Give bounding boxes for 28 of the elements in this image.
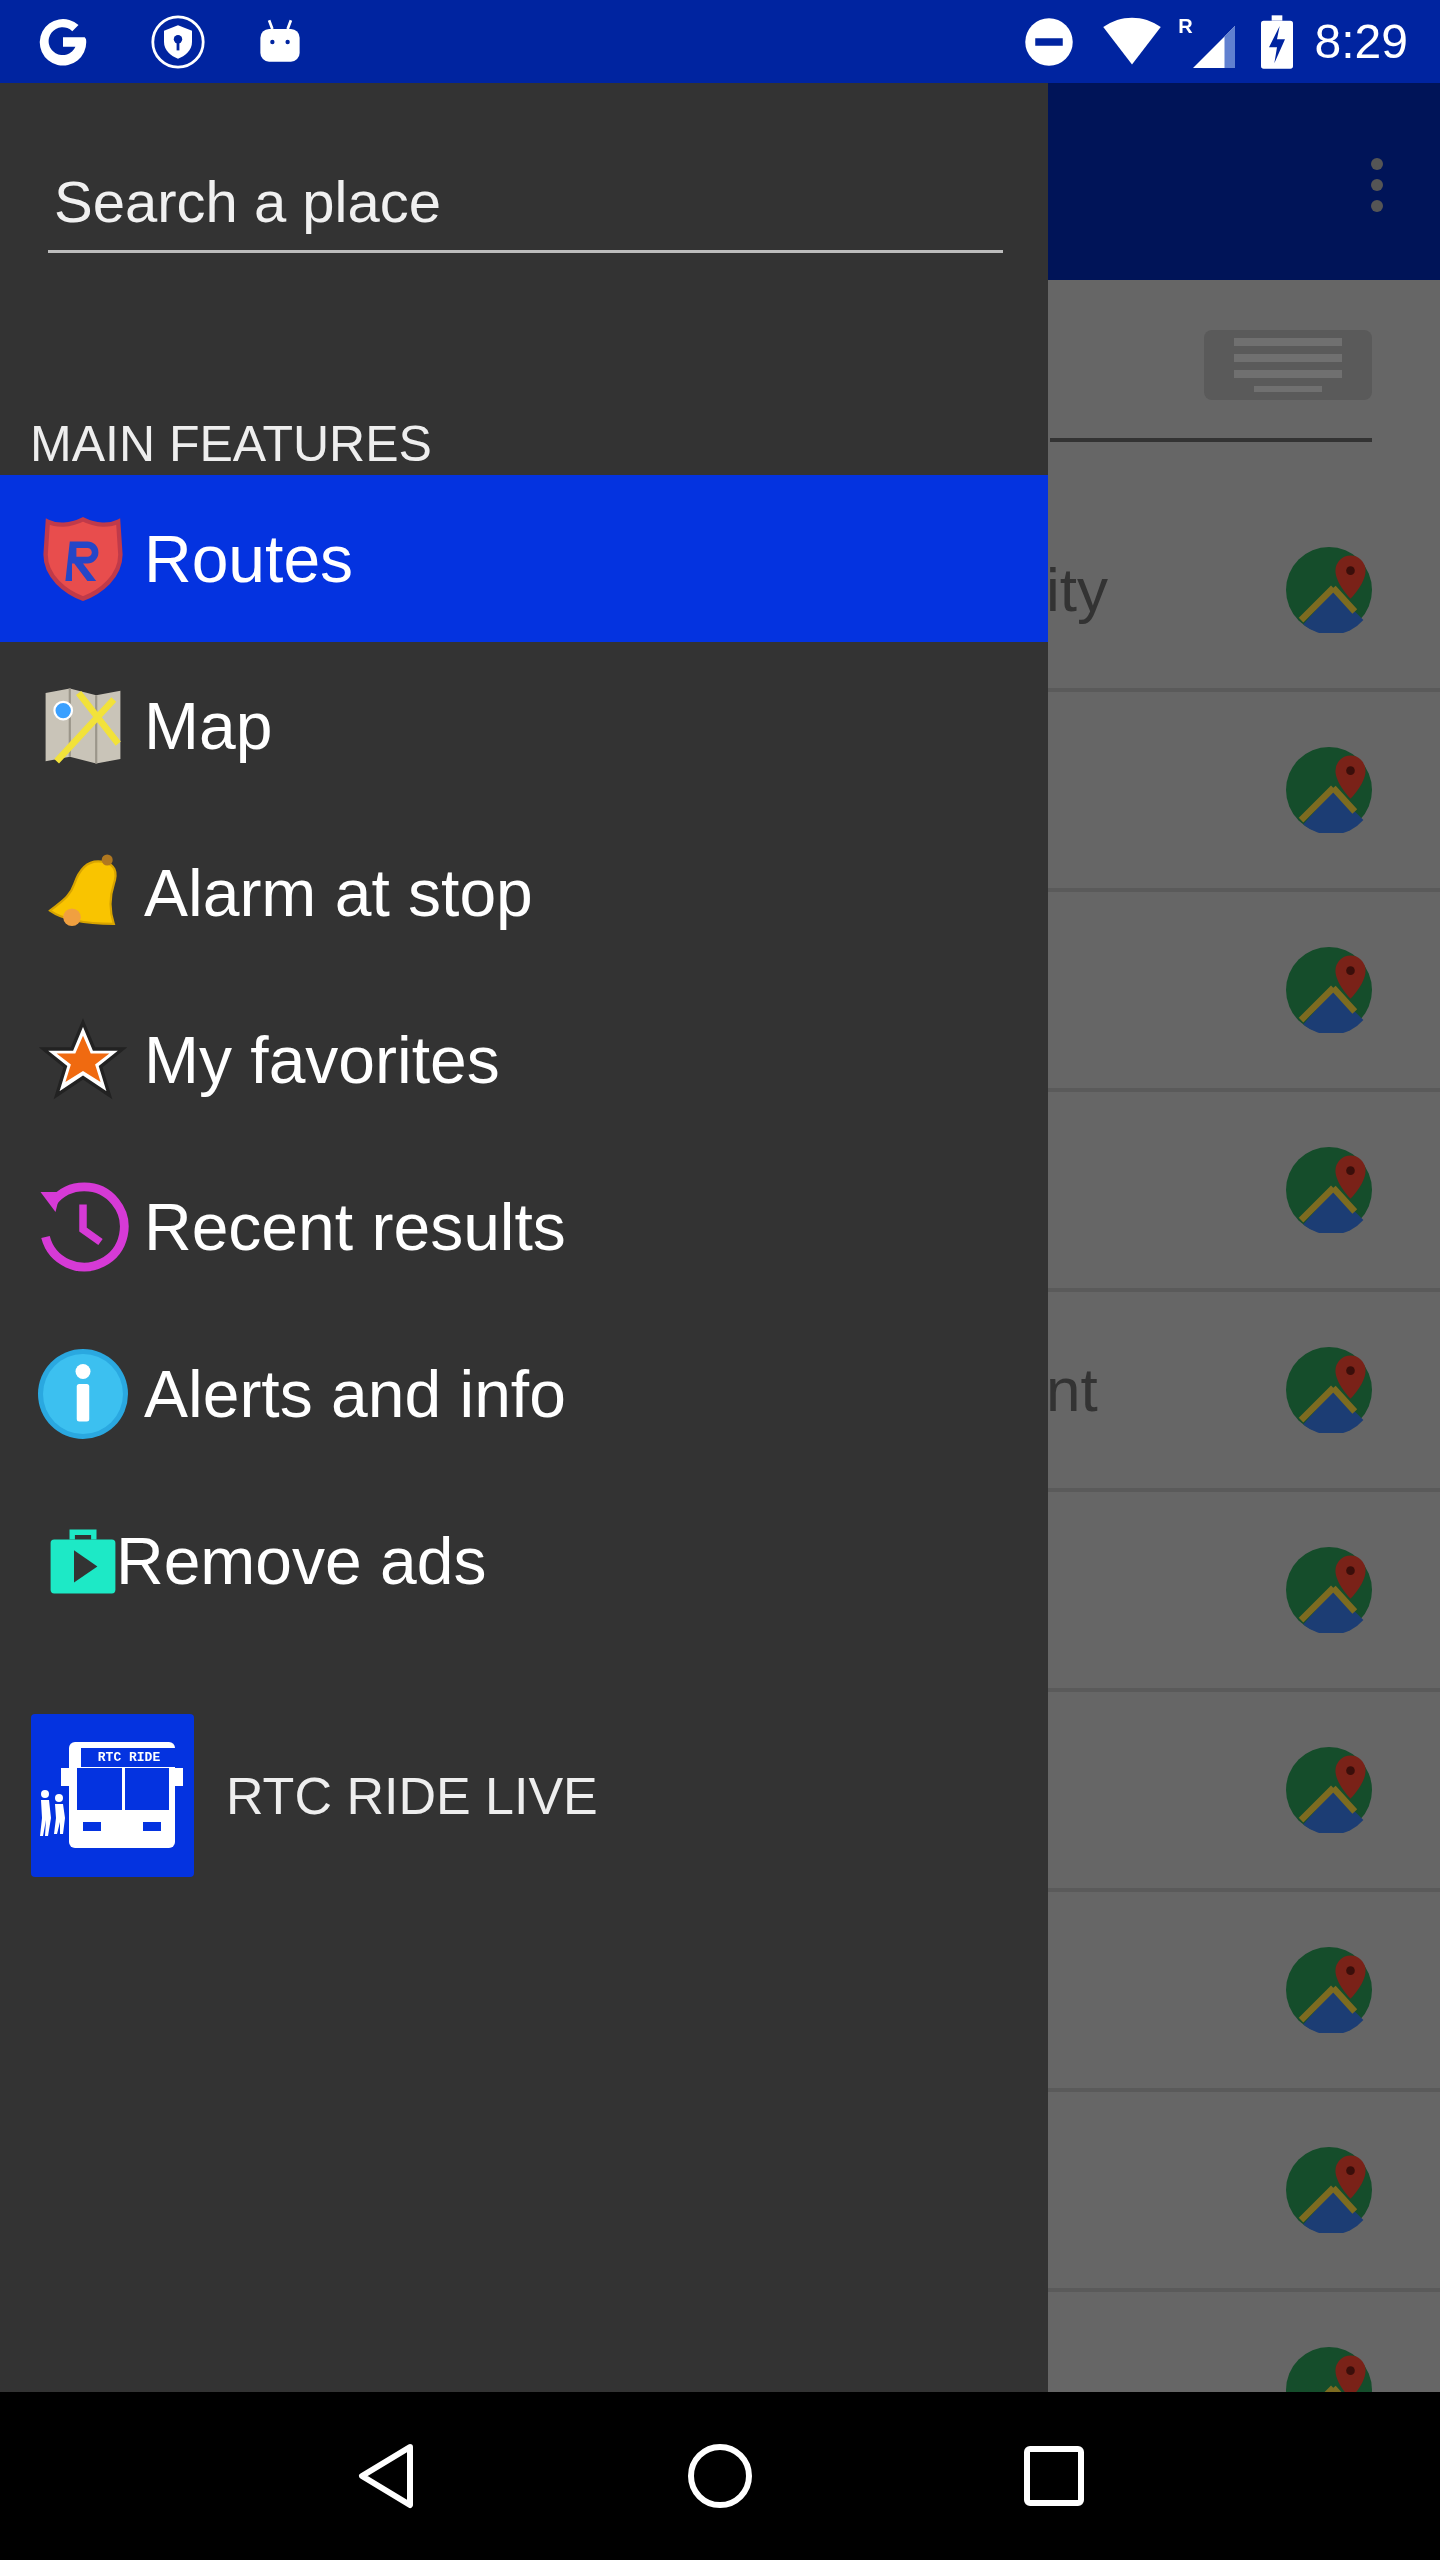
more-options-icon[interactable] (1370, 157, 1384, 213)
menu-item-label: Recent results (144, 1193, 566, 1260)
roaming-label: R (1178, 15, 1193, 36)
home-icon[interactable] (687, 2443, 753, 2509)
do-not-disturb-icon (1024, 16, 1075, 67)
map-pin-icon (1286, 2147, 1372, 2233)
map-pin-icon (1286, 547, 1372, 633)
app-name: RTC RIDE LIVE (226, 1769, 598, 1822)
recent-apps-icon[interactable] (1024, 2446, 1085, 2506)
signal-icon (1192, 25, 1235, 68)
section-title: MAIN FEATURES (30, 415, 433, 474)
map-pin-icon (1286, 1547, 1372, 1633)
map-pin-icon (1286, 1347, 1372, 1433)
menu-item-label: Routes (144, 525, 354, 592)
shield-key-icon (150, 13, 206, 70)
search-field[interactable]: Search a place (48, 153, 1003, 253)
battery-charging-icon (1260, 14, 1293, 69)
clock-time: 8:29 (1314, 17, 1408, 66)
menu-item-label: Remove ads (116, 1527, 487, 1594)
map-pin-icon (1286, 1947, 1372, 2033)
map-pin-icon (1286, 747, 1372, 833)
menu-item-label: Alerts and info (144, 1360, 566, 1427)
app-link[interactable]: RTC RIDE RTC RIDE LIVE (0, 1714, 1048, 1877)
menu-item[interactable]: Routes (0, 475, 1048, 642)
logo-text: RTC RIDE (81, 1748, 177, 1767)
map-pin-icon (1286, 947, 1372, 1033)
map-pin-icon (1286, 1747, 1372, 1833)
map-pin-icon (1286, 1147, 1372, 1233)
